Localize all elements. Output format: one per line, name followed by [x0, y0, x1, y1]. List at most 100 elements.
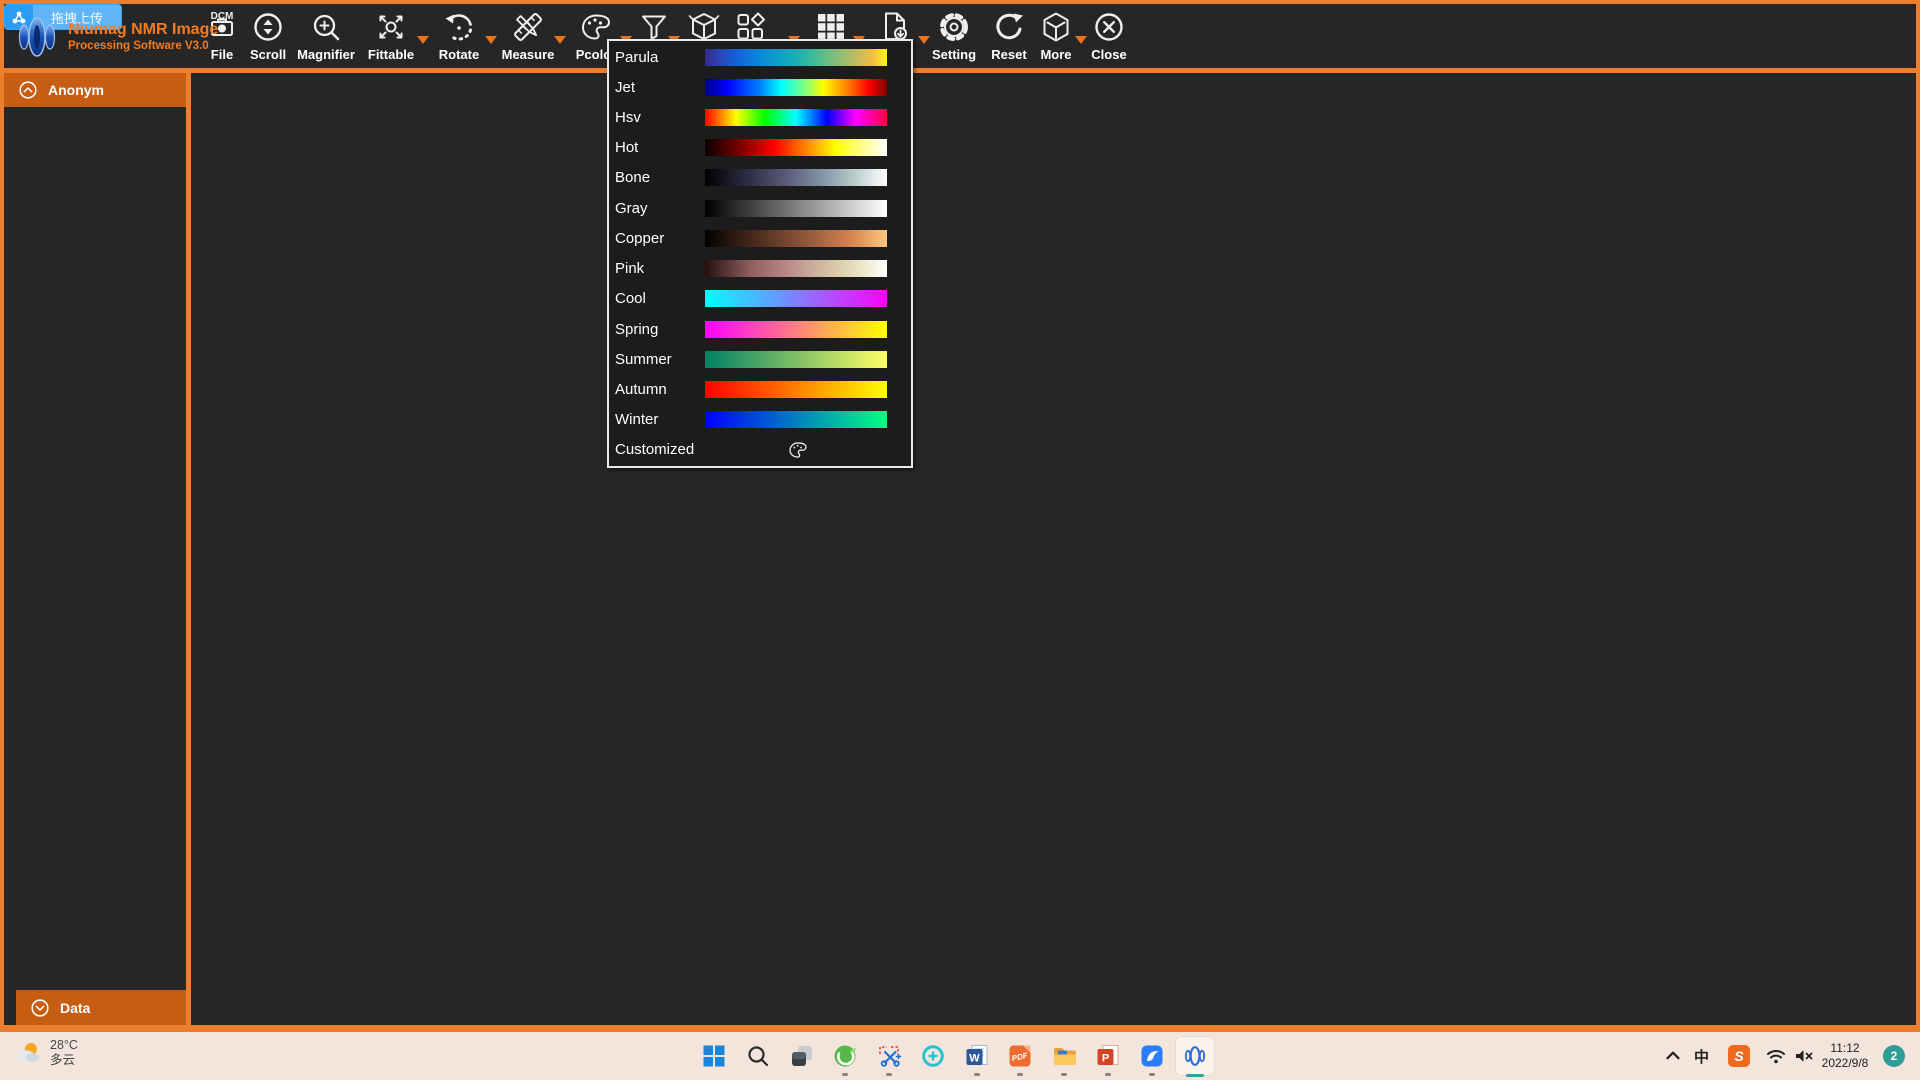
word-icon: W	[964, 1043, 990, 1069]
colormap-item-hsv[interactable]: Hsv	[609, 102, 911, 132]
colormap-item-hot[interactable]: Hot	[609, 133, 911, 163]
measure-button[interactable]: Measure	[493, 6, 563, 68]
folder-icon	[1051, 1043, 1077, 1069]
weather-widget[interactable]: 28°C 多云	[14, 1038, 78, 1068]
running-dot	[886, 1073, 892, 1076]
fittable-icon	[356, 6, 426, 48]
running-dot	[974, 1073, 980, 1076]
tray-expand-button[interactable]	[1662, 1032, 1684, 1080]
measure-menu-arrow[interactable]	[554, 36, 566, 44]
sogou-icon: S	[1728, 1045, 1750, 1067]
ime-indicator[interactable]: 中	[1694, 1032, 1709, 1080]
cool-swatch	[705, 290, 887, 307]
teal-ring-icon	[920, 1043, 946, 1069]
blue-wing-icon	[1139, 1043, 1165, 1069]
tray-time: 11:12	[1830, 1041, 1859, 1056]
start-button[interactable]	[694, 1036, 734, 1076]
fittable-menu-arrow[interactable]	[417, 36, 429, 44]
parula-swatch	[705, 49, 887, 66]
notification-badge[interactable]: 2	[1883, 1045, 1905, 1067]
summer-swatch	[705, 351, 887, 368]
toolbar-underline	[0, 68, 1920, 73]
sidebar-section-anonym[interactable]: Anonym	[4, 73, 186, 107]
pdf-reader-button[interactable]: PDF	[1000, 1036, 1040, 1076]
fittable-label: Fittable	[356, 48, 426, 62]
window-border-right	[1916, 0, 1920, 1026]
magnifier-label: Magnifier	[291, 48, 361, 62]
measure-icon	[493, 6, 563, 48]
window-border-bottom	[0, 1025, 1920, 1032]
sidebar-section-data[interactable]: Data	[16, 990, 186, 1025]
task-view-icon	[789, 1043, 815, 1069]
rotate-menu-arrow[interactable]	[485, 36, 497, 44]
magnifier-button[interactable]: Magnifier	[291, 6, 361, 68]
colormap-item-spring[interactable]: Spring	[609, 314, 911, 344]
clock[interactable]: 11:12 2022/9/8	[1812, 1032, 1878, 1080]
sidebar	[4, 73, 186, 1025]
snipping-tool-button[interactable]	[869, 1036, 909, 1076]
hot-swatch	[705, 139, 887, 156]
copper-swatch	[705, 230, 887, 247]
colormap-item-bone[interactable]: Bone	[609, 163, 911, 193]
close-label: Close	[1074, 48, 1144, 62]
tray-date: 2022/9/8	[1822, 1056, 1869, 1071]
rotate-icon	[424, 6, 494, 48]
more-menu-arrow[interactable]	[1075, 36, 1087, 44]
running-dot	[1149, 1073, 1155, 1076]
colormap-item-summer[interactable]: Summer	[609, 344, 911, 374]
search-icon	[745, 1043, 771, 1069]
anonym-label: Anonym	[48, 82, 104, 98]
word-button[interactable]: W	[957, 1036, 997, 1076]
running-dot	[842, 1073, 848, 1076]
windows-logo-icon	[701, 1043, 727, 1069]
powerpoint-icon: P	[1095, 1043, 1121, 1069]
active-app-indicator	[1186, 1074, 1204, 1077]
search-button[interactable]	[738, 1036, 778, 1076]
app-title: Niumag NMR Image	[68, 21, 218, 39]
colormap-item-parula[interactable]: Parula	[609, 42, 911, 72]
app-window: Niumag NMR Image Processing Software V3.…	[0, 0, 1920, 1080]
gray-swatch	[705, 200, 887, 217]
ppt-glyph: P	[1102, 1053, 1109, 1065]
rotate-button[interactable]: Rotate	[424, 6, 494, 68]
chevron-down-circle-icon	[30, 998, 50, 1018]
app-logo: Niumag NMR Image Processing Software V3.…	[14, 10, 218, 64]
app-subtitle: Processing Software V3.0	[68, 39, 218, 53]
measure-label: Measure	[493, 48, 563, 62]
powerpoint-button[interactable]: P	[1088, 1036, 1128, 1076]
magnifier-icon	[291, 6, 361, 48]
meeting-app-button[interactable]	[913, 1036, 953, 1076]
colormap-item-copper[interactable]: Copper	[609, 223, 911, 253]
colormap-item-pink[interactable]: Pink	[609, 254, 911, 284]
file-explorer-button[interactable]	[1044, 1036, 1084, 1076]
wifi-button[interactable]	[1764, 1032, 1788, 1080]
pdf-icon: PDF	[1007, 1043, 1033, 1069]
weather-temp: 28°C	[50, 1038, 78, 1053]
niumag-taskbar-icon	[1182, 1043, 1208, 1069]
ime-label: 中	[1694, 1046, 1709, 1067]
data-label: Data	[60, 1000, 90, 1016]
colormap-item-jet[interactable]: Jet	[609, 72, 911, 102]
green-browser-button[interactable]	[825, 1036, 865, 1076]
wifi-icon	[1764, 1044, 1788, 1068]
task-view-button[interactable]	[782, 1036, 822, 1076]
fittable-button[interactable]: Fittable	[356, 6, 426, 68]
netdisk-button[interactable]	[1132, 1036, 1172, 1076]
window-border-left	[0, 0, 4, 1026]
niumag-app-button[interactable]	[1175, 1036, 1215, 1076]
colormap-item-cool[interactable]: Cool	[609, 284, 911, 314]
rotate-label: Rotate	[424, 48, 494, 62]
colormap-item-autumn[interactable]: Autumn	[609, 374, 911, 404]
colormap-item-customized[interactable]: Customized	[609, 435, 911, 465]
snipping-tool-icon	[876, 1043, 902, 1069]
weather-cloud-sun-icon	[14, 1039, 42, 1067]
sidebar-divider	[186, 73, 191, 1025]
running-dot	[1105, 1073, 1111, 1076]
winter-swatch	[705, 411, 887, 428]
niumag-logo-icon	[14, 10, 60, 64]
export-menu-arrow[interactable]	[918, 36, 930, 44]
sogou-tray-button[interactable]: S	[1728, 1032, 1750, 1080]
palette-icon	[787, 439, 809, 461]
colormap-item-winter[interactable]: Winter	[609, 405, 911, 435]
colormap-item-gray[interactable]: Gray	[609, 193, 911, 223]
